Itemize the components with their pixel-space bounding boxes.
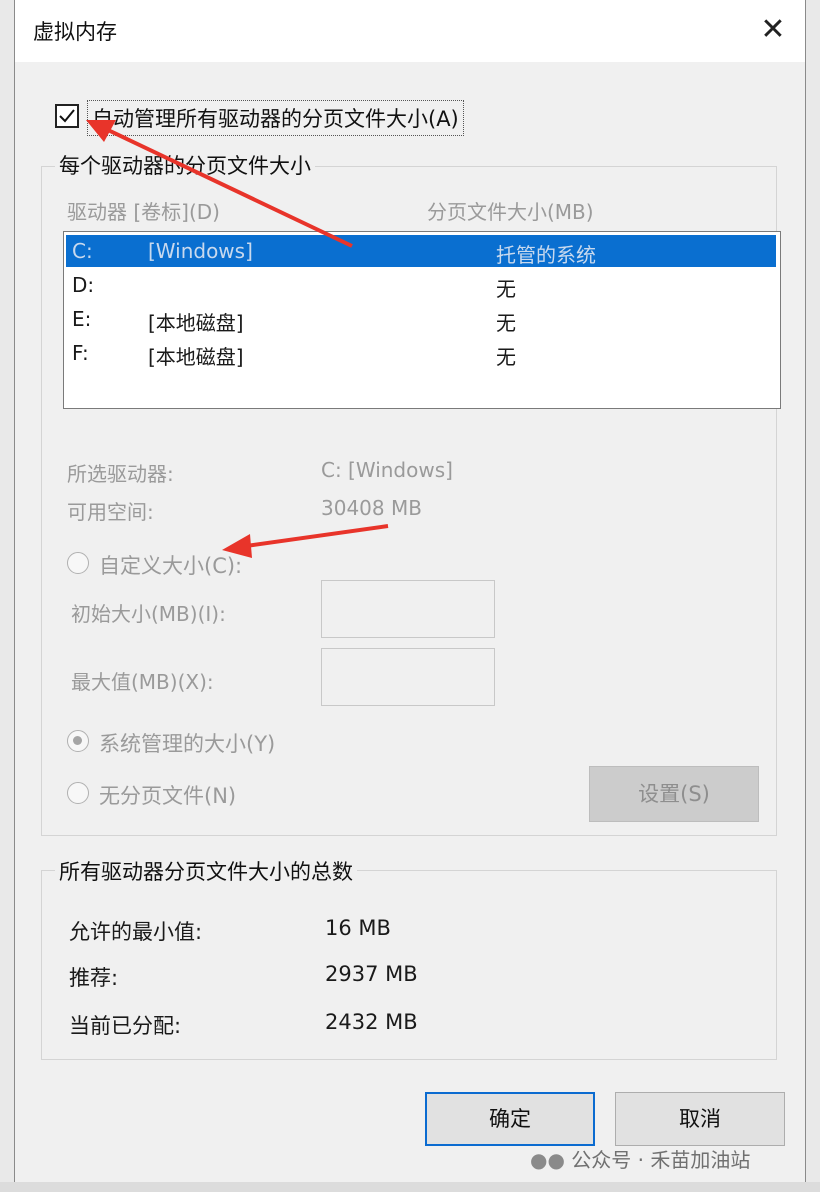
arrow-to-custom-size-icon bbox=[222, 524, 389, 558]
watermark: ●● 公众号 · 禾苗加油站 bbox=[530, 1144, 750, 1173]
wechat-icon: ●● bbox=[530, 1148, 565, 1172]
annotation-arrows bbox=[86, 120, 389, 558]
bottom-strip bbox=[0, 1182, 820, 1192]
watermark-text: 公众号 · 禾苗加油站 bbox=[571, 1148, 751, 1172]
arrow-to-checkbox-icon bbox=[86, 120, 353, 248]
